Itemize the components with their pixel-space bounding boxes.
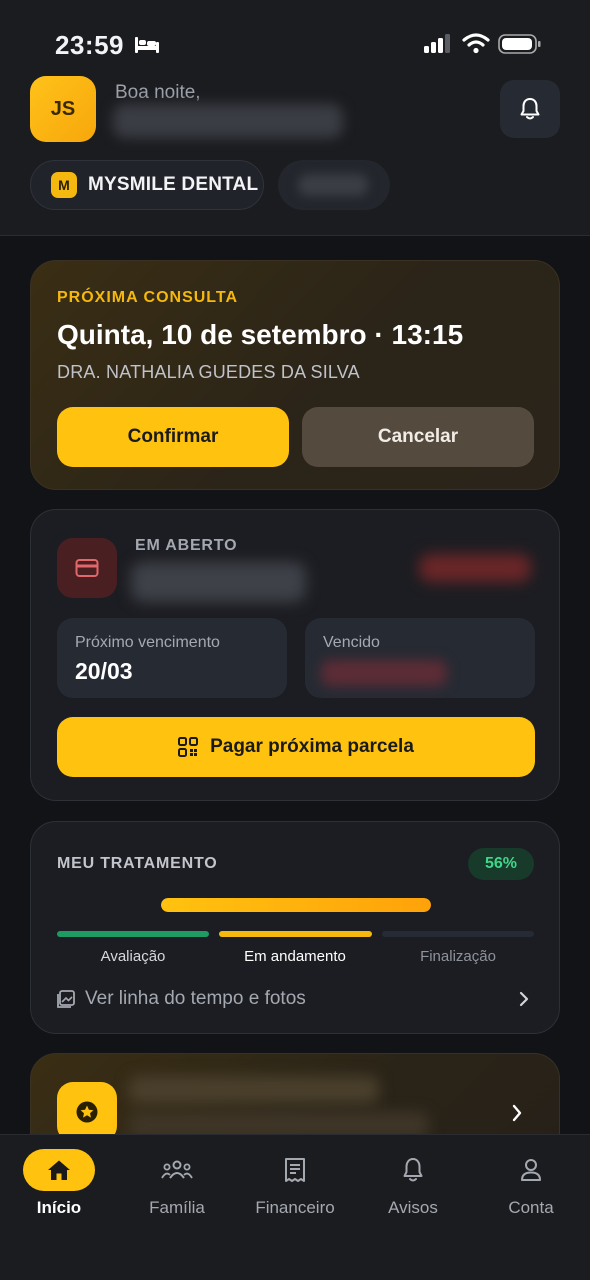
status-time: 23:59 bbox=[55, 30, 124, 60]
appointment-doctor: DRA. NATHALIA GUEDES DA SILVA bbox=[57, 362, 360, 382]
qr-code-icon bbox=[178, 737, 199, 757]
nav-item-conta[interactable]: Conta bbox=[472, 1135, 590, 1245]
pay-button-label: Pagar próxima parcela bbox=[210, 736, 414, 757]
chevron-right-icon bbox=[512, 1104, 522, 1122]
stage-label-finalization: Finalização bbox=[420, 948, 496, 965]
status-bar: 23:59 bbox=[0, 0, 590, 80]
open-balance-label: EM ABERTO bbox=[135, 537, 238, 554]
stage-segment-finalization bbox=[382, 931, 534, 937]
greeting-text: Boa noite, bbox=[115, 82, 201, 103]
battery-icon bbox=[498, 34, 541, 54]
pay-next-installment-button[interactable]: Pagar próxima parcela bbox=[57, 717, 535, 777]
next-due-value: 20/03 bbox=[75, 658, 133, 684]
notifications-button[interactable] bbox=[500, 80, 560, 138]
nav-label-conta: Conta bbox=[508, 1198, 554, 1217]
treatment-progress-bar bbox=[161, 898, 431, 912]
next-due-box: Próximo vencimento 20/03 bbox=[57, 618, 287, 698]
next-due-label: Próximo vencimento bbox=[75, 634, 220, 651]
overdue-value-redacted bbox=[321, 660, 447, 686]
stage-label-in-progress: Em andamento bbox=[244, 948, 346, 965]
avatar[interactable]: JS bbox=[30, 76, 96, 142]
credit-card-icon bbox=[75, 559, 99, 577]
stage-label-evaluation: Avaliação bbox=[100, 948, 166, 965]
nav-label-avisos: Avisos bbox=[388, 1198, 438, 1217]
nav-label-financeiro: Financeiro bbox=[255, 1198, 335, 1217]
next-appointment-card: PRÓXIMA CONSULTA Quinta, 10 de setembro … bbox=[30, 260, 560, 490]
overdue-label: Vencido bbox=[323, 634, 380, 651]
signal-icon bbox=[424, 34, 450, 53]
overdue-box: Vencido bbox=[305, 618, 535, 698]
image-icon bbox=[57, 990, 75, 1008]
chevron-right-icon bbox=[519, 991, 529, 1007]
nav-item-familia[interactable]: Família bbox=[118, 1135, 236, 1245]
bell-icon bbox=[403, 1158, 423, 1182]
stage-segment-evaluation bbox=[57, 931, 209, 937]
star-icon-box bbox=[57, 1082, 117, 1142]
receipt-icon bbox=[285, 1158, 305, 1182]
cancel-button[interactable]: Cancelar bbox=[302, 407, 534, 467]
bottom-navigation: Início Família Financeiro Avisos Conta bbox=[0, 1134, 590, 1280]
app-header: 23:59 JS Boa noite, M MYSMILE DENTAL bbox=[0, 0, 590, 236]
clinic-selector-chip[interactable]: M MYSMILE DENTAL bbox=[30, 160, 264, 210]
timeline-photos-link[interactable]: Ver linha do tempo e fotos bbox=[57, 984, 535, 1014]
confirm-button[interactable]: Confirmar bbox=[57, 407, 289, 467]
nav-item-financeiro[interactable]: Financeiro bbox=[236, 1135, 354, 1245]
star-icon bbox=[76, 1101, 98, 1123]
treatment-label: MEU TRATAMENTO bbox=[57, 855, 218, 872]
treatment-card: MEU TRATAMENTO 56% Avaliação Em andament… bbox=[30, 821, 560, 1034]
bell-icon bbox=[520, 98, 540, 120]
nav-label-familia: Família bbox=[149, 1198, 205, 1217]
nav-item-inicio[interactable]: Início bbox=[0, 1135, 118, 1245]
treatment-progress-fill bbox=[161, 898, 431, 912]
amount-redacted bbox=[131, 562, 306, 602]
appointment-date: Quinta, 10 de setembro · 13:15 bbox=[57, 319, 464, 350]
promo-title-redacted bbox=[129, 1076, 379, 1104]
credit-card-icon-box bbox=[57, 538, 117, 598]
clinic-badge: M bbox=[51, 172, 77, 198]
open-balance-card: EM ABERTO Próximo vencimento 20/03 Venci… bbox=[30, 509, 560, 801]
nav-item-avisos[interactable]: Avisos bbox=[354, 1135, 472, 1245]
clinic-chip-redacted[interactable] bbox=[278, 160, 390, 210]
user-name-redacted bbox=[113, 104, 343, 138]
timeline-link-label: Ver linha do tempo e fotos bbox=[85, 988, 306, 1009]
family-icon bbox=[161, 1160, 193, 1179]
treatment-percent-badge: 56% bbox=[468, 848, 534, 880]
stage-segment-in-progress bbox=[219, 931, 372, 937]
bed-icon bbox=[135, 37, 159, 53]
user-icon bbox=[521, 1159, 541, 1181]
wifi-icon bbox=[462, 33, 490, 54]
status-redacted bbox=[419, 554, 531, 582]
home-icon bbox=[48, 1160, 70, 1180]
clinic-name: MYSMILE DENTAL bbox=[88, 174, 259, 195]
appointment-label: PRÓXIMA CONSULTA bbox=[57, 289, 239, 306]
nav-label-inicio: Início bbox=[36, 1198, 82, 1217]
